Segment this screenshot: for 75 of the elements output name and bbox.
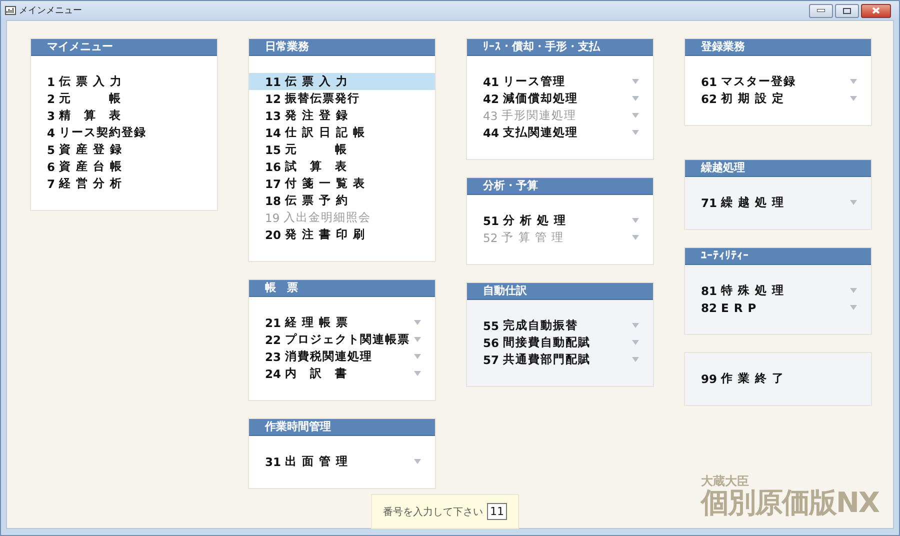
menu-item[interactable]: 6 資 産 台 帳 <box>31 158 217 175</box>
menu-item[interactable]: 55 完成自動振替 <box>467 317 653 334</box>
panel-header: 自動仕訳 <box>467 283 653 300</box>
window-title: メインメニュー <box>19 5 83 17</box>
menu-item[interactable]: 61 マスター登録 <box>685 73 871 90</box>
menu-item[interactable]: 22 プロジェクト関連帳票 <box>249 331 435 348</box>
caret-icon <box>850 288 857 293</box>
minimize-icon <box>817 9 825 12</box>
app-icon <box>5 6 16 15</box>
menu-item[interactable]: 23 消費税関連処理 <box>249 348 435 365</box>
caret-icon <box>632 323 639 328</box>
menu-item[interactable]: 81 特 殊 処 理 <box>685 282 871 299</box>
caret-icon <box>414 320 421 325</box>
menu-item[interactable]: 56 間接費自動配賦 <box>467 334 653 351</box>
caret-icon <box>632 357 639 362</box>
caret-icon <box>632 130 639 135</box>
panel-header: 繰越処理 <box>685 160 871 177</box>
menu-item[interactable]: 31 出 面 管 理 <box>249 453 435 470</box>
menu-item[interactable]: 17 付 箋 一 覧 表 <box>249 175 435 192</box>
menu-item[interactable]: 51 分 析 処 理 <box>467 212 653 229</box>
input-field[interactable]: 11 <box>487 503 507 520</box>
close-button[interactable] <box>861 4 891 18</box>
menu-item[interactable]: 15 元 帳 <box>249 141 435 158</box>
caret-icon <box>632 96 639 101</box>
panel-header: 分析・予算 <box>467 178 653 195</box>
caret-icon <box>414 459 421 464</box>
caret-icon <box>632 113 639 118</box>
caret-icon <box>414 337 421 342</box>
menu-item[interactable]: 16 試 算 表 <box>249 158 435 175</box>
caret-icon <box>632 79 639 84</box>
caret-icon <box>632 218 639 223</box>
menu-item[interactable]: 44 支払関連処理 <box>467 124 653 141</box>
menu-item[interactable]: 2 元 帳 <box>31 90 217 107</box>
menu-item[interactable]: 24 内 訳 書 <box>249 365 435 382</box>
panel-header: 日常業務 <box>249 39 435 56</box>
minimize-button[interactable] <box>809 4 833 18</box>
maximize-icon <box>843 8 851 14</box>
menu-item[interactable]: 13 発 注 登 録 <box>249 107 435 124</box>
menu-item[interactable]: 7 経 営 分 析 <box>31 175 217 192</box>
panel-header: ﾕｰﾃｨﾘﾃｨｰ <box>685 248 871 265</box>
close-icon <box>872 7 880 14</box>
menu-item[interactable]: 12 振替伝票発行 <box>249 90 435 107</box>
menu-item[interactable]: 1 伝 票 入 力 <box>31 73 217 90</box>
caret-icon <box>850 79 857 84</box>
menu-item[interactable]: 20 発 注 書 印 刷 <box>249 226 435 243</box>
caret-icon <box>850 200 857 205</box>
menu-item[interactable]: 14 仕 訳 日 記 帳 <box>249 124 435 141</box>
menu-item[interactable]: 11 伝 票 入 力 <box>249 73 435 90</box>
panel-header: 登録業務 <box>685 39 871 56</box>
caret-icon <box>850 96 857 101</box>
menu-item[interactable]: 71 繰 越 処 理 <box>685 194 871 211</box>
menu-item[interactable]: 99 作 業 終 了 <box>685 370 871 387</box>
menu-item[interactable]: 5 資 産 登 録 <box>31 141 217 158</box>
panel-header: 帳 票 <box>249 280 435 297</box>
menu-item[interactable]: 3 精 算 表 <box>31 107 217 124</box>
panel-header: 作業時間管理 <box>249 419 435 436</box>
caret-icon <box>632 235 639 240</box>
logo-title: 個別原価版NX <box>700 488 879 518</box>
menu-item[interactable]: 42 減価償却処理 <box>467 90 653 107</box>
panel-header: ﾘｰｽ・償却・手形・支払 <box>467 39 653 56</box>
menu-item[interactable]: 62 初 期 設 定 <box>685 90 871 107</box>
menu-item[interactable]: 4 リース契約登録 <box>31 124 217 141</box>
menu-item[interactable]: 21 経 理 帳 票 <box>249 314 435 331</box>
menu-item[interactable]: 82 E R P <box>685 299 871 316</box>
maximize-button[interactable] <box>835 4 859 18</box>
caret-icon <box>414 371 421 376</box>
menu-item[interactable]: 18 伝 票 予 約 <box>249 192 435 209</box>
menu-item[interactable]: 57 共通費部門配賦 <box>467 351 653 368</box>
logo-subtitle: 大蔵大臣 <box>700 474 749 488</box>
caret-icon <box>414 354 421 359</box>
menu-item[interactable]: 41 リース管理 <box>467 73 653 90</box>
prompt-label: 番号を入力して下さい <box>383 506 483 518</box>
caret-icon <box>850 305 857 310</box>
panel-header: マイメニュー <box>31 39 217 56</box>
caret-icon <box>632 340 639 345</box>
